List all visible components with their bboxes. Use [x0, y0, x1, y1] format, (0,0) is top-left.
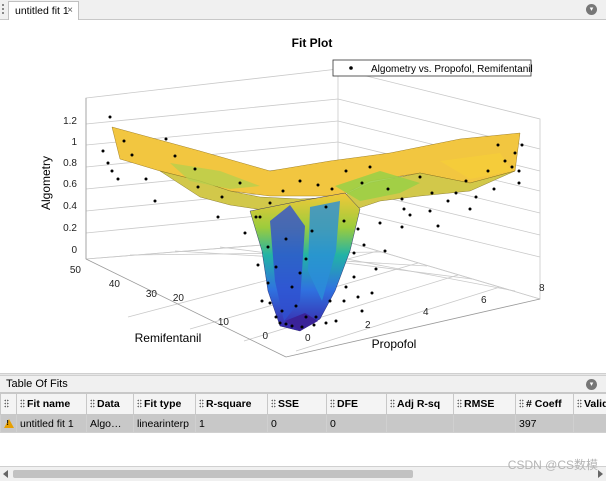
document-tab-bar: untitled fit 1 × ▾: [0, 0, 606, 20]
column-header-fit-type[interactable]: Fit type: [133, 393, 196, 415]
column-header-rmse[interactable]: RMSE: [453, 393, 516, 415]
column-header-data[interactable]: Data: [86, 393, 134, 415]
cell-coeff[interactable]: 397: [515, 414, 574, 433]
fit-plot-panel: Algometry vs. Propofol, Remifentanil Fit…: [0, 21, 606, 373]
x-tick: 8: [539, 283, 545, 294]
plot-title: Fit Plot: [292, 36, 333, 50]
cell-data[interactable]: Algometry...: [86, 414, 134, 433]
y-tick: 50: [70, 265, 82, 276]
x-tick: 4: [423, 307, 429, 318]
drag-grip-icon[interactable]: [2, 4, 5, 16]
cell-valid[interactable]: [573, 414, 606, 433]
watermark: CSDN @CS数模: [507, 458, 598, 472]
y-tick: 30: [146, 289, 158, 300]
cell-r-square[interactable]: 1: [195, 414, 268, 433]
table-row[interactable]: ! untitled fit 1 Algometry... linearinte…: [0, 414, 606, 433]
x-axis-label: Propofol: [372, 337, 417, 351]
z-tick: 0: [71, 245, 77, 256]
column-header-dfe[interactable]: DFE: [326, 393, 387, 415]
column-header-valid[interactable]: Valid: [573, 393, 606, 415]
z-tick: 0.2: [63, 223, 77, 234]
y-tick: 0: [262, 331, 268, 342]
fit-plot-figure[interactable]: Algometry vs. Propofol, Remifentanil Fit…: [0, 21, 606, 373]
scrollbar-thumb[interactable]: [13, 470, 413, 478]
column-header-adj-r-sq[interactable]: Adj R-sq: [386, 393, 454, 415]
column-header-r-square[interactable]: R-square: [195, 393, 268, 415]
fits-table: Fit name Data Fit type R-square SSE DFE …: [0, 393, 606, 433]
y-axis-label: Remifentanil: [135, 331, 202, 345]
scroll-right-icon[interactable]: [598, 470, 603, 478]
cell-rmse[interactable]: [453, 414, 516, 433]
y-tick: 10: [218, 317, 230, 328]
x-tick: 6: [481, 295, 487, 306]
x-tick: 0: [305, 333, 311, 344]
table-options-icon[interactable]: ▾: [586, 379, 597, 390]
cell-sse[interactable]: 0: [267, 414, 327, 433]
cell-adj-r-sq[interactable]: [386, 414, 454, 433]
table-of-fits-title: Table Of Fits: [6, 378, 68, 390]
z-tick: 1: [71, 137, 77, 148]
y-tick: 40: [109, 279, 121, 290]
z-axis-label: Algometry: [39, 156, 53, 210]
x-tick-labels: 0 2 4 6 8: [305, 283, 545, 344]
z-tick: 0.8: [63, 158, 77, 169]
close-tab-icon[interactable]: ×: [67, 5, 73, 16]
scroll-left-icon[interactable]: [3, 470, 8, 478]
column-header-warning[interactable]: [0, 393, 17, 415]
column-header-coeff[interactable]: # Coeff: [515, 393, 574, 415]
y-tick: 20: [173, 293, 185, 304]
z-tick: 0.6: [63, 179, 77, 190]
tab-label: untitled fit 1: [15, 5, 69, 17]
column-header-fit-name[interactable]: Fit name: [16, 393, 87, 415]
table-of-fits-header: Table Of Fits ▾: [0, 376, 606, 393]
z-tick: 1.2: [63, 116, 77, 127]
z-tick: 0.4: [63, 201, 77, 212]
legend-label: Algometry vs. Propofol, Remifentanil: [371, 64, 533, 75]
cell-fit-type[interactable]: linearinterp: [133, 414, 196, 433]
cell-fit-name[interactable]: untitled fit 1: [16, 414, 87, 433]
warning-icon: !: [0, 414, 17, 433]
x-tick: 2: [365, 320, 371, 331]
tab-untitled-fit-1[interactable]: untitled fit 1 ×: [8, 1, 79, 20]
plot-legend[interactable]: Algometry vs. Propofol, Remifentanil: [332, 59, 533, 77]
z-tick-labels: 0 0.2 0.4 0.6 0.8 1 1.2: [63, 116, 77, 256]
tab-options-icon[interactable]: ▾: [586, 4, 597, 15]
cell-dfe[interactable]: 0: [326, 414, 387, 433]
column-header-sse[interactable]: SSE: [267, 393, 327, 415]
